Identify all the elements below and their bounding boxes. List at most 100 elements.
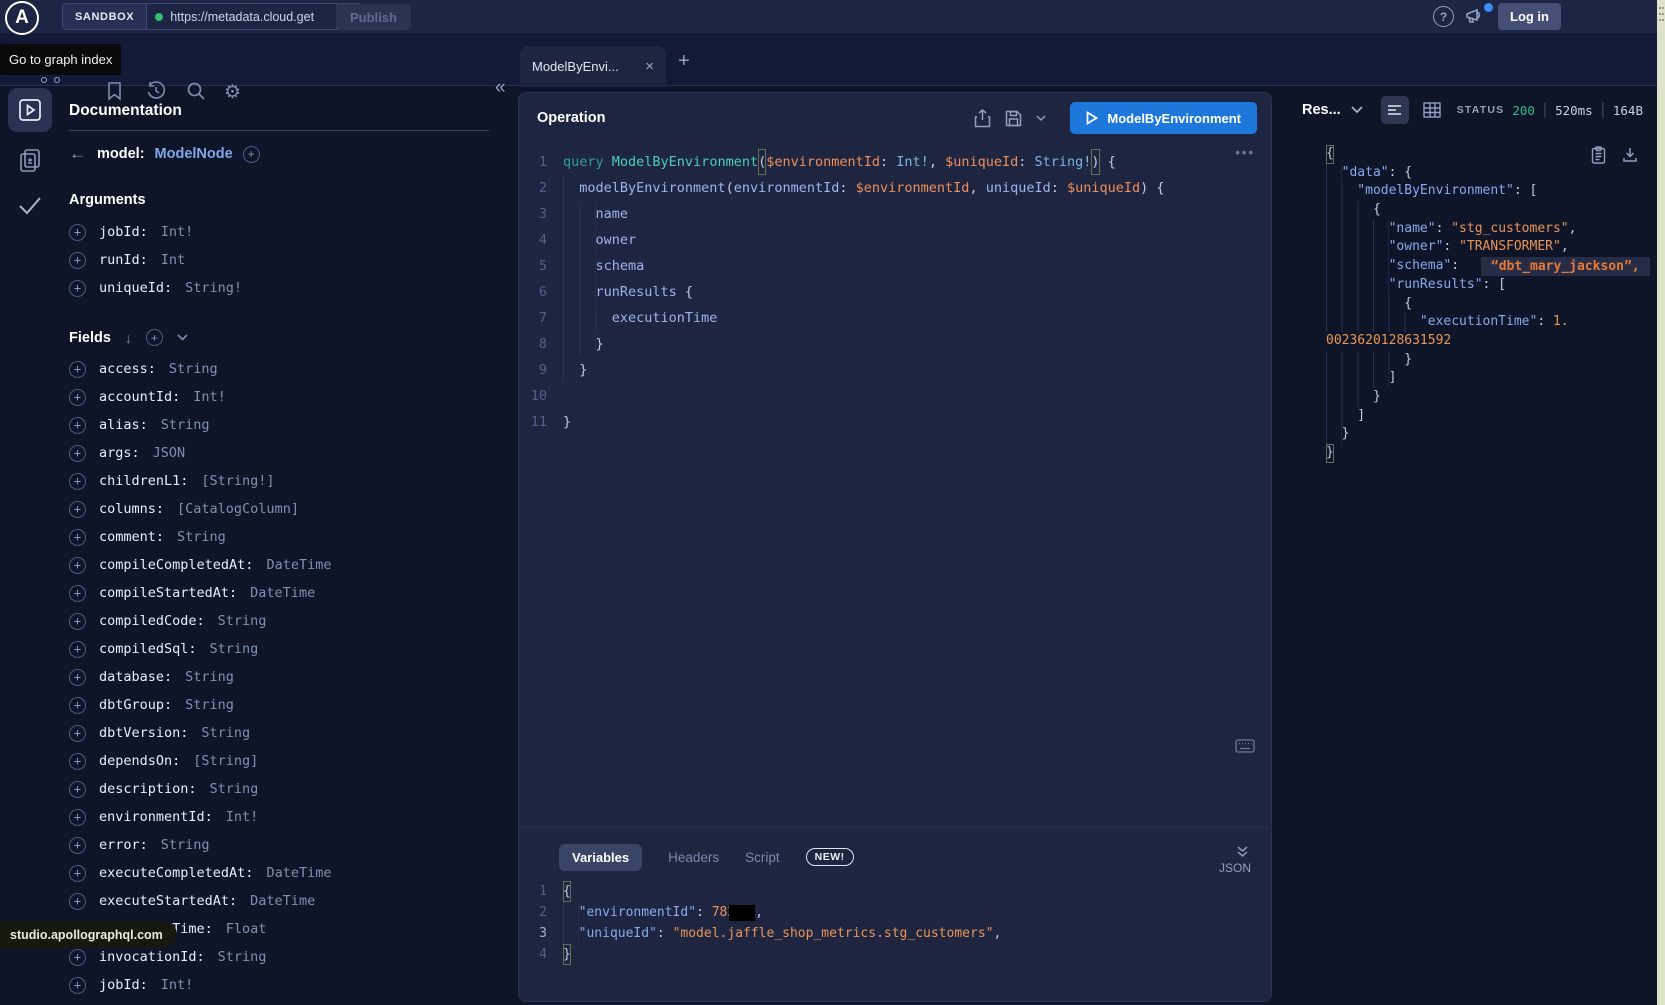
save-chevron-icon[interactable] bbox=[1036, 115, 1046, 122]
add-field-plus-icon[interactable]: + bbox=[69, 781, 86, 798]
field-type[interactable]: String bbox=[210, 781, 259, 797]
field-name[interactable]: executeCompletedAt: bbox=[99, 865, 253, 881]
field-name[interactable]: compileStartedAt: bbox=[99, 585, 237, 601]
endpoint-url-input[interactable]: https://metadata.cloud.get bbox=[146, 4, 336, 29]
publish-button[interactable]: Publish bbox=[336, 4, 411, 30]
field-type[interactable]: DateTime bbox=[250, 585, 315, 601]
add-field-plus-icon[interactable]: + bbox=[69, 809, 86, 826]
add-field-plus-icon[interactable]: + bbox=[69, 445, 86, 462]
field-type[interactable]: String bbox=[177, 529, 226, 545]
field-name[interactable]: database: bbox=[99, 669, 172, 685]
field-name[interactable]: executeStartedAt: bbox=[99, 893, 237, 909]
field-type[interactable]: [String!] bbox=[201, 473, 274, 489]
field-type[interactable]: Int! bbox=[226, 809, 259, 825]
field-name[interactable]: compileCompletedAt: bbox=[99, 557, 253, 573]
field-name[interactable]: jobId: bbox=[99, 224, 148, 240]
add-field-plus-icon[interactable]: + bbox=[69, 501, 86, 518]
sort-down-icon[interactable]: ↓ bbox=[125, 330, 132, 346]
add-field-plus-icon[interactable]: + bbox=[69, 417, 86, 434]
response-chevron-down-icon[interactable] bbox=[1351, 106, 1363, 114]
add-field-plus-icon[interactable]: + bbox=[69, 865, 86, 882]
add-field-plus-icon[interactable]: + bbox=[69, 893, 86, 910]
variables-editor[interactable]: 1{2"environmentId": 782,3"uniqueId": "mo… bbox=[519, 881, 1271, 965]
field-type[interactable]: String bbox=[210, 641, 259, 657]
field-type[interactable]: JSON bbox=[153, 445, 186, 461]
rail-item-checks[interactable] bbox=[15, 192, 45, 218]
field-type[interactable]: [CatalogColumn] bbox=[177, 501, 299, 517]
field-name[interactable]: runId: bbox=[99, 252, 148, 268]
response-view-table-icon[interactable] bbox=[1423, 102, 1441, 118]
field-name[interactable]: columns: bbox=[99, 501, 164, 517]
field-type[interactable]: DateTime bbox=[266, 557, 331, 573]
field-type[interactable]: Int! bbox=[161, 224, 194, 240]
field-name[interactable]: description: bbox=[99, 781, 197, 797]
field-name[interactable]: compiledSql: bbox=[99, 641, 197, 657]
close-tab-icon[interactable]: × bbox=[645, 58, 654, 75]
add-field-plus-icon[interactable]: + bbox=[69, 949, 86, 966]
field-name[interactable]: access: bbox=[99, 361, 156, 377]
field-name[interactable]: comment: bbox=[99, 529, 164, 545]
add-field-plus-icon[interactable]: + bbox=[69, 753, 86, 770]
add-field-plus-icon[interactable]: + bbox=[69, 473, 86, 490]
operation-editor[interactable]: 1query ModelByEnvironment($environmentId… bbox=[519, 149, 1271, 435]
add-field-plus-icon[interactable]: + bbox=[69, 389, 86, 406]
run-operation-button[interactable]: ModelByEnvironment bbox=[1070, 102, 1257, 134]
field-type[interactable]: String bbox=[218, 613, 267, 629]
field-name[interactable]: accountId: bbox=[99, 389, 180, 405]
download-response-icon[interactable] bbox=[1622, 146, 1638, 164]
field-name[interactable]: dbtGroup: bbox=[99, 697, 172, 713]
login-button[interactable]: Log in bbox=[1498, 3, 1561, 30]
field-type[interactable]: String bbox=[201, 725, 250, 741]
field-name[interactable]: uniqueId: bbox=[99, 280, 172, 296]
operation-tab[interactable]: ModelByEnvi... × bbox=[520, 46, 666, 87]
add-field-plus-icon[interactable]: + bbox=[69, 585, 86, 602]
field-type[interactable]: String bbox=[169, 361, 218, 377]
field-type[interactable]: String bbox=[185, 669, 234, 685]
add-field-plus-icon[interactable]: + bbox=[69, 224, 86, 241]
back-arrow-icon[interactable]: ← bbox=[69, 144, 87, 164]
field-type[interactable]: DateTime bbox=[250, 893, 315, 909]
field-name[interactable]: environmentId: bbox=[99, 809, 213, 825]
add-field-plus-icon[interactable]: + bbox=[69, 697, 86, 714]
add-field-plus-icon[interactable]: + bbox=[69, 361, 86, 378]
add-field-plus-icon[interactable]: + bbox=[69, 669, 86, 686]
collapse-variables-icon[interactable] bbox=[1236, 845, 1249, 858]
keyboard-shortcuts-icon[interactable] bbox=[1235, 739, 1255, 753]
add-field-plus-icon[interactable]: + bbox=[69, 252, 86, 269]
add-field-plus-icon[interactable]: + bbox=[69, 557, 86, 574]
add-field-plus-icon[interactable]: + bbox=[69, 641, 86, 658]
add-field-plus-icon[interactable]: + bbox=[69, 837, 86, 854]
response-json[interactable]: {"data": {"modelByEnvironment": [{"name"… bbox=[1326, 145, 1656, 463]
tab-script[interactable]: Script bbox=[745, 850, 780, 865]
new-tab-button[interactable]: + bbox=[678, 50, 690, 73]
field-name[interactable]: args: bbox=[99, 445, 140, 461]
field-type[interactable]: String bbox=[185, 697, 234, 713]
field-type[interactable]: Int! bbox=[161, 977, 194, 993]
field-type[interactable]: String bbox=[161, 837, 210, 853]
announcements-megaphone-icon[interactable] bbox=[1464, 6, 1486, 26]
add-field-plus-icon[interactable]: + bbox=[69, 725, 86, 742]
field-type[interactable]: String bbox=[218, 949, 267, 965]
add-all-fields-icon[interactable]: + bbox=[146, 329, 163, 346]
save-icon[interactable] bbox=[1005, 110, 1022, 127]
share-icon[interactable] bbox=[974, 109, 991, 128]
field-type[interactable]: String bbox=[161, 417, 210, 433]
response-view-json-icon[interactable] bbox=[1381, 96, 1409, 124]
model-type-link[interactable]: ModelNode bbox=[155, 146, 233, 162]
add-field-plus-icon[interactable]: + bbox=[69, 280, 86, 297]
field-type[interactable]: Int! bbox=[193, 389, 226, 405]
field-name[interactable]: jobId: bbox=[99, 977, 148, 993]
field-type[interactable]: DateTime bbox=[266, 865, 331, 881]
field-name[interactable]: alias: bbox=[99, 417, 148, 433]
field-name[interactable]: invocationId: bbox=[99, 949, 205, 965]
add-field-plus-icon[interactable]: + bbox=[69, 613, 86, 630]
rail-item-explorer[interactable] bbox=[8, 88, 52, 132]
chevron-down-icon[interactable] bbox=[177, 334, 188, 341]
field-name[interactable]: error: bbox=[99, 837, 148, 853]
field-type[interactable]: Float bbox=[226, 921, 267, 937]
add-field-icon[interactable]: + bbox=[243, 146, 260, 163]
add-field-plus-icon[interactable]: + bbox=[69, 977, 86, 994]
tab-headers[interactable]: Headers bbox=[668, 850, 719, 865]
field-type[interactable]: String! bbox=[185, 280, 242, 296]
field-type[interactable]: Int bbox=[161, 252, 185, 268]
